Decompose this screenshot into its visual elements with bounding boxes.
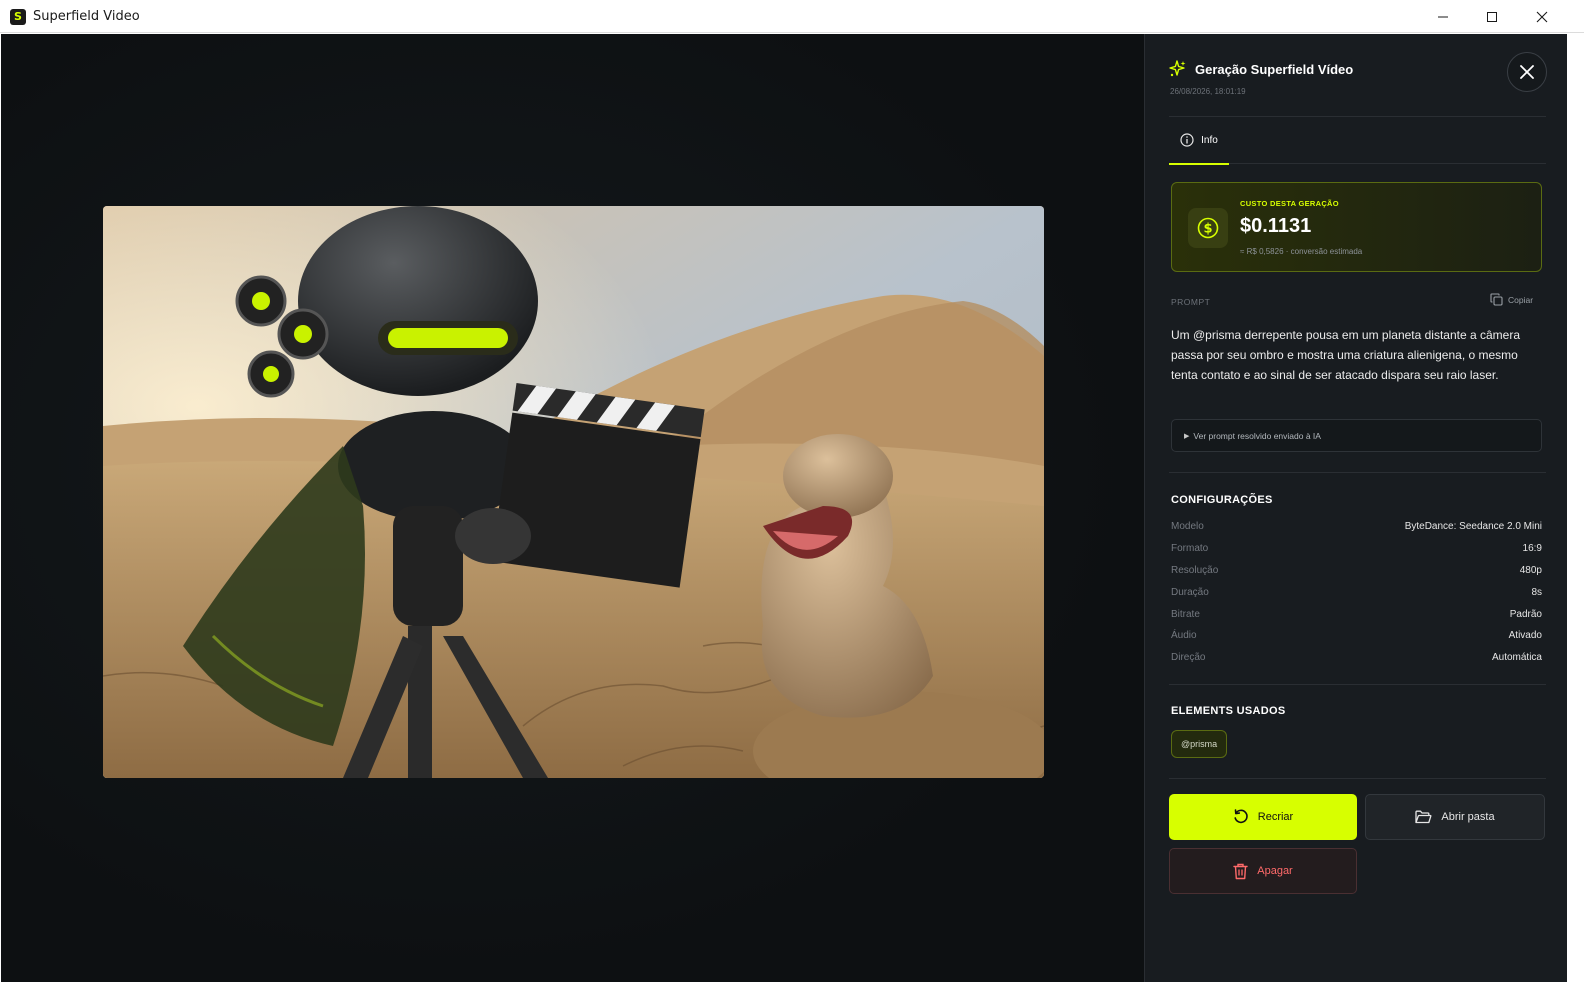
tab-info-label: Info	[1201, 134, 1218, 146]
minimize-button[interactable]	[1418, 0, 1468, 33]
panel-header: Geração Superfield Vídeo	[1169, 60, 1353, 78]
open-folder-button[interactable]: Abrir pasta	[1365, 794, 1545, 840]
delete-button[interactable]: Apagar	[1169, 848, 1357, 894]
cost-card: $ CUSTO DESTA GERAÇÃO $0.1131 ≈ R$ 0,582…	[1171, 182, 1542, 272]
window-close-button[interactable]	[1517, 0, 1567, 33]
config-key: Resolução	[1171, 565, 1219, 576]
recreate-button[interactable]: Recriar	[1169, 794, 1357, 840]
config-row-duration: Duração 8s	[1171, 587, 1542, 601]
config-row-model: Modelo ByteDance: Seedance 2.0 Mini	[1171, 521, 1542, 535]
resolved-prompt-label: Ver prompt resolvido enviado à IA	[1193, 430, 1321, 441]
divider	[1169, 778, 1546, 779]
copy-icon	[1490, 293, 1503, 306]
config-row-bitrate: Bitrate Padrão	[1171, 609, 1542, 623]
close-panel-button[interactable]	[1507, 52, 1547, 92]
config-key: Duração	[1171, 587, 1209, 598]
video-preview[interactable]	[103, 206, 1044, 778]
config-value: 8s	[1531, 587, 1542, 598]
folder-open-icon	[1415, 810, 1432, 823]
cost-label: CUSTO DESTA GERAÇÃO	[1240, 199, 1339, 208]
resolved-prompt-toggle[interactable]: ▶ Ver prompt resolvido enviado à IA	[1171, 419, 1542, 452]
panel-title: Geração Superfield Vídeo	[1195, 61, 1354, 77]
window-bottom-edge	[0, 982, 1584, 993]
config-value: Automática	[1491, 652, 1542, 663]
config-key: Direção	[1171, 652, 1206, 663]
info-icon	[1180, 133, 1194, 147]
dollar-coin-icon: $	[1188, 208, 1228, 248]
elements-title: ELEMENTS USADOS	[1171, 705, 1286, 717]
triangle-right-icon: ▶	[1184, 432, 1190, 440]
copy-prompt-button[interactable]: Copiar	[1490, 293, 1533, 306]
details-panel: Geração Superfield Vídeo 26/08/2026, 18:…	[1144, 34, 1567, 982]
trash-icon	[1233, 863, 1248, 879]
maximize-button[interactable]	[1467, 0, 1517, 33]
config-key: Áudio	[1171, 630, 1197, 641]
config-value: Ativado	[1508, 630, 1542, 641]
config-value: Padrão	[1509, 609, 1542, 620]
cost-value: $0.1131	[1240, 215, 1312, 237]
refresh-icon	[1234, 809, 1248, 824]
element-chip-prisma[interactable]: @prisma	[1171, 730, 1228, 758]
close-icon	[1520, 65, 1534, 79]
tab-bar: Info	[1169, 116, 1546, 165]
tab-info[interactable]: Info	[1169, 117, 1229, 165]
recreate-label: Recriar	[1257, 811, 1294, 823]
config-row-format: Formato 16:9	[1171, 543, 1542, 557]
config-value: 480p	[1519, 565, 1542, 576]
window-title: Superfield Video	[33, 9, 140, 24]
minimize-icon	[1438, 16, 1448, 17]
config-row-direction: Direção Automática	[1171, 652, 1542, 666]
config-value: 16:9	[1522, 543, 1542, 554]
window-titlebar: S Superfield Video	[0, 0, 1584, 33]
close-icon	[1536, 11, 1548, 22]
config-title: CONFIGURAÇÕES	[1171, 494, 1273, 506]
prompt-label: PROMPT	[1171, 297, 1211, 307]
config-value: ByteDance: Seedance 2.0 Mini	[1404, 521, 1542, 532]
maximize-icon	[1487, 11, 1497, 22]
video-frame-image	[103, 206, 1044, 778]
copy-label: Copiar	[1508, 294, 1534, 305]
config-row-resolution: Resolução 480p	[1171, 565, 1542, 579]
cost-conversion: ≈ R$ 0,5826 · conversão estimada	[1240, 247, 1363, 256]
config-key: Bitrate	[1171, 609, 1200, 620]
prompt-text: Um @prisma derrepente pousa em um planet…	[1171, 328, 1521, 382]
app-logo-icon: S	[10, 9, 26, 25]
svg-text:$: $	[1203, 222, 1212, 237]
open-folder-label: Abrir pasta	[1441, 811, 1495, 823]
config-key: Modelo	[1171, 521, 1204, 532]
video-viewer	[1, 34, 1144, 982]
sparkle-icon	[1169, 60, 1186, 77]
divider	[1169, 684, 1546, 685]
delete-label: Apagar	[1257, 865, 1293, 877]
divider	[1169, 472, 1546, 473]
config-key: Formato	[1171, 543, 1209, 554]
generation-date: 26/08/2026, 18:01:19	[1170, 87, 1246, 96]
config-row-audio: Áudio Ativado	[1171, 630, 1542, 644]
